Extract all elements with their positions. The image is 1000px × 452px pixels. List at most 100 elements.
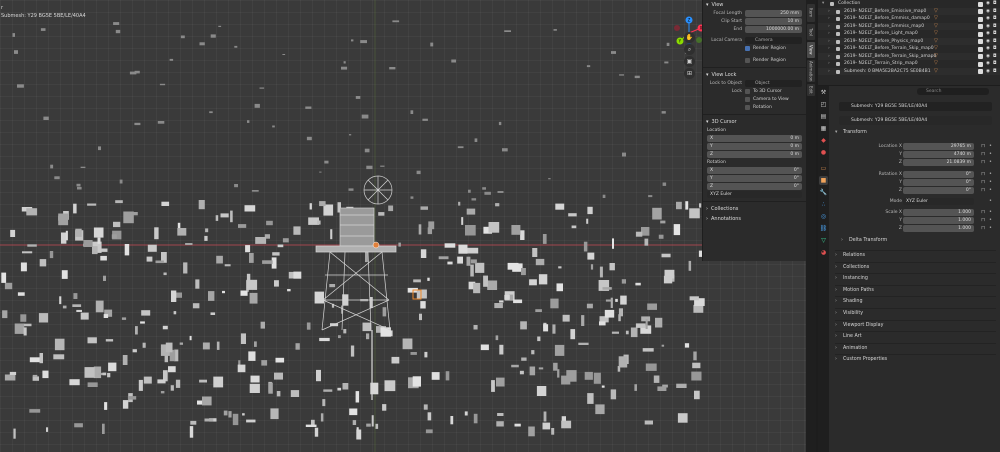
lock-icon[interactable]: ⊓ xyxy=(981,217,985,223)
eye-icon[interactable]: ◉ xyxy=(986,68,990,76)
eye-icon[interactable]: ◉ xyxy=(986,53,990,61)
keyframe-dot-icon[interactable]: • xyxy=(989,187,992,193)
view-lock-header[interactable]: ▾ View Lock xyxy=(703,70,806,80)
view-panel-header[interactable]: ▾ View xyxy=(703,0,806,10)
include-checkbox[interactable] xyxy=(978,24,983,29)
delta-transform-header[interactable]: › Delta Transform xyxy=(841,236,996,246)
keyframe-dot-icon[interactable]: • xyxy=(989,225,992,231)
eye-icon[interactable]: ◉ xyxy=(986,38,990,46)
keyframe-dot-icon[interactable]: • xyxy=(989,143,992,149)
grid-icon[interactable]: ⊞ xyxy=(684,68,695,79)
keyframe-dot-icon[interactable]: • xyxy=(989,179,992,185)
eye-icon[interactable]: ◉ xyxy=(986,23,990,31)
include-checkbox[interactable] xyxy=(978,69,983,74)
include-checkbox[interactable] xyxy=(978,31,983,37)
include-checkbox[interactable] xyxy=(978,1,983,7)
lock-icon[interactable]: ⊓ xyxy=(981,159,985,165)
chevron-right-icon[interactable]: › xyxy=(828,30,830,38)
outliner-row[interactable]: › 2619- N2ELT_Terrain_Strip_map0 ▽ ◉ ◘ xyxy=(818,60,1000,68)
lock-icon[interactable]: ⊓ xyxy=(981,209,985,215)
eye-icon[interactable]: ◉ xyxy=(986,8,990,16)
3d-viewport[interactable]: r Submesh: Y29 BG5E 5BE/LE/40A4 X Z Y ✋ … xyxy=(0,0,816,452)
keyframe-dot-icon[interactable]: • xyxy=(989,217,992,223)
camera-icon[interactable]: ◘ xyxy=(993,15,997,23)
outliner-row[interactable]: › Submesh: 0 BMA5E2BA2C75 SE0B4B1 ▽ ◉ ◘ xyxy=(818,67,1000,76)
include-checkbox[interactable] xyxy=(978,61,983,67)
camera-icon[interactable]: ◘ xyxy=(993,38,997,46)
tab-view[interactable]: View xyxy=(807,42,815,58)
lock-icon[interactable]: ⊓ xyxy=(981,179,985,185)
eye-icon[interactable]: ◉ xyxy=(986,15,990,23)
keyframe-dot-icon[interactable]: • xyxy=(989,171,992,177)
eye-icon[interactable]: ◉ xyxy=(986,45,990,53)
outliner-row[interactable]: › 2619- N2ELT_Before_Terrain_Skip_map0 ▽ ◉ ◘ xyxy=(818,45,1000,53)
outliner-row[interactable]: › 2619- N2ELT_Before_Emissive_map0 ▽ ◉ ◘ xyxy=(818,7,1000,16)
annotations-header[interactable]: › Annotations xyxy=(703,214,806,224)
chevron-right-icon[interactable]: › xyxy=(828,53,830,61)
keyframe-dot-icon[interactable]: • xyxy=(989,159,992,165)
camera-icon[interactable]: ◘ xyxy=(993,68,997,76)
section-visibility[interactable]: › Visibility xyxy=(835,308,996,318)
data-icon[interactable]: ▽ xyxy=(819,236,828,245)
rotation-x-field[interactable]: 0° xyxy=(903,171,974,178)
keyframe-dot-icon[interactable]: • xyxy=(989,198,992,204)
camera-icon[interactable]: ◘ xyxy=(993,45,997,53)
tab-edit[interactable]: Edit xyxy=(807,84,815,96)
mesh-name-field[interactable]: Submesh: Y29 BG5E 5BE/LE/40A4 xyxy=(839,116,992,125)
tab-tool[interactable]: Tool xyxy=(807,24,815,40)
outliner-row[interactable]: › 2619- N2ELT_Before_Terrain_Skip_amap0 ▽ ◉… xyxy=(818,52,1000,61)
camera-icon[interactable]: ◘ xyxy=(993,60,997,68)
eye-icon[interactable]: ◉ xyxy=(986,60,990,68)
chevron-right-icon[interactable]: › xyxy=(828,23,830,31)
keyframe-dot-icon[interactable]: • xyxy=(989,151,992,157)
chevron-right-icon[interactable]: › xyxy=(828,68,830,76)
location-z-field[interactable]: 21.0839 m xyxy=(903,159,974,166)
section-shading[interactable]: › Shading xyxy=(835,296,996,306)
outliner-row[interactable]: › 2619- N2ELT_Before_Physics_map0 ▽ ◉ ◘ xyxy=(818,37,1000,46)
output-icon[interactable]: ▤ xyxy=(819,112,828,121)
properties-search-input[interactable]: Search xyxy=(917,88,989,95)
lock-rotation-checkbox[interactable]: Rotation xyxy=(745,105,772,110)
section-animation[interactable]: › Animation xyxy=(835,342,996,353)
clip-start-field[interactable]: 10 m xyxy=(745,18,802,25)
lock-cursor-checkbox[interactable]: To 3D Cursor xyxy=(745,89,782,94)
section-custom-properties[interactable]: › Custom Properties xyxy=(835,354,996,364)
outliner-row[interactable]: › 2619- N2ELT_Before_Emmiss_map0 ▽ ◉ ◘ xyxy=(818,22,1000,31)
scene-icon[interactable]: ◆ xyxy=(819,136,828,145)
eye-icon[interactable]: ◉ xyxy=(986,30,990,38)
include-checkbox[interactable] xyxy=(978,9,983,14)
object-icon[interactable]: ■ xyxy=(819,176,828,185)
object-name-field[interactable]: Submesh: Y29 BG5E 5BE/LE/40A4 xyxy=(839,102,992,111)
camera-icon[interactable]: ◘ xyxy=(993,0,997,8)
section-viewport-display[interactable]: › Viewport Display xyxy=(835,319,996,330)
location-x-field[interactable]: 29765 m xyxy=(903,143,974,150)
focal-length-field[interactable]: 250 mm xyxy=(745,10,802,17)
tab-animation[interactable]: Animation xyxy=(807,60,815,82)
rotation-z-field[interactable]: 0° xyxy=(903,187,974,194)
lock-icon[interactable]: ⊓ xyxy=(981,187,985,193)
lock-icon[interactable]: ⊓ xyxy=(981,151,985,157)
tab-item[interactable]: Item xyxy=(807,4,815,22)
section-relations[interactable]: › Relations xyxy=(835,250,996,260)
camera-icon[interactable]: ◘ xyxy=(993,8,997,16)
camera-icon[interactable]: ◘ xyxy=(993,23,997,31)
scale-y-field[interactable]: 1.000 xyxy=(903,217,974,224)
chevron-right-icon[interactable]: › xyxy=(828,60,830,68)
constraints-icon[interactable]: ⛓ xyxy=(819,224,828,233)
outliner-row[interactable]: › 2619- N2ELT_Before_Emmiss_damap0 ▽ ◉ ◘ xyxy=(818,15,1000,23)
view-layer-icon[interactable]: ▦ xyxy=(819,124,828,133)
camera-to-view-checkbox[interactable]: Camera to View xyxy=(745,97,789,102)
section-motion-paths[interactable]: › Motion Paths xyxy=(835,284,996,295)
include-checkbox[interactable] xyxy=(978,39,983,44)
lock-icon[interactable]: ⊓ xyxy=(981,171,985,177)
section-instancing[interactable]: › Instancing xyxy=(835,273,996,283)
hand-icon[interactable]: ✋ xyxy=(684,32,695,43)
modifier-icon[interactable]: 🔧 xyxy=(819,188,828,197)
local-camera-field[interactable]: Camera xyxy=(745,37,802,44)
physics-icon[interactable]: ◎ xyxy=(819,212,828,221)
local-camera-checkbox[interactable]: Render Region xyxy=(745,46,786,51)
world-icon[interactable]: ● xyxy=(819,148,828,157)
keyframe-dot-icon[interactable]: • xyxy=(989,209,992,215)
tool-icon[interactable]: ⚒ xyxy=(819,88,828,97)
lock-icon[interactable]: ⊓ xyxy=(981,225,985,231)
